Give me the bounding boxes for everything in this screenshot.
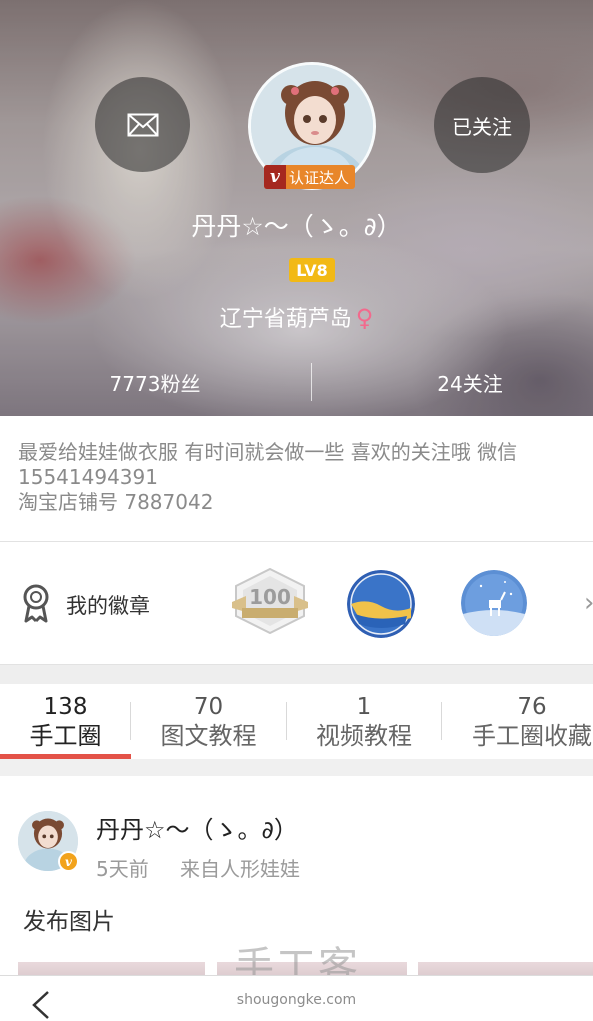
envelope-icon <box>127 113 158 136</box>
cert-badge-label: 认证达人 <box>289 168 350 187</box>
tab-count: 70 <box>193 694 224 720</box>
chevron-right-icon[interactable]: › <box>584 588 593 618</box>
tab-label: 手工圈 <box>29 722 102 750</box>
section-gap <box>0 664 593 684</box>
badge-sea-icon[interactable] <box>347 570 415 638</box>
tab-label: 视频教程 <box>316 722 412 750</box>
profile-header: v 认证达人 已关注 丹丹☆～（ゝ。∂） LV8 辽宁省葫芦岛 ♀ 7773粉丝 … <box>0 0 593 416</box>
message-button[interactable] <box>95 77 190 172</box>
profile-bio: 最爱给娃娃做衣服 有时间就会做一些 喜欢的关注哦 微信 15541494391 … <box>18 440 593 515</box>
following-count[interactable]: 24关注 <box>370 368 570 397</box>
badge-night-deer-icon[interactable] <box>461 570 527 636</box>
badge-100-number: 100 <box>249 585 291 609</box>
female-gender-icon: ♀ <box>355 304 374 332</box>
stats-divider <box>311 363 312 401</box>
tab-label: 图文教程 <box>160 722 257 750</box>
tab-video-tutorials[interactable]: 1 视频教程 <box>286 694 442 752</box>
verified-v-icon: v <box>58 851 79 872</box>
tab-count: 76 <box>517 694 547 720</box>
badge-100-icon[interactable]: 100 <box>232 568 308 634</box>
medal-icon <box>23 584 49 623</box>
fans-count[interactable]: 7773粉丝 <box>60 368 250 397</box>
follow-status-button[interactable]: 已关注 <box>434 77 530 173</box>
tab-photo-tutorials[interactable]: 70 图文教程 <box>131 694 286 752</box>
bio-line: 淘宝店铺号 7887042 <box>18 490 214 514</box>
tab-count: 138 <box>43 694 88 720</box>
location-line: 辽宁省葫芦岛 ♀ <box>0 301 593 333</box>
location-text: 辽宁省葫芦岛 <box>219 307 352 332</box>
v-verified-icon: v <box>264 165 286 189</box>
watermark-url: shougongke.com <box>236 992 357 1008</box>
back-arrow-icon[interactable] <box>30 990 52 1020</box>
post-time: 5天前 <box>96 857 149 881</box>
profile-nickname: 丹丹☆～（ゝ。∂） <box>191 212 402 241</box>
tab-handcraft-circle[interactable]: 138 手工圈 <box>0 694 131 752</box>
bio-line: 最爱给娃娃做衣服 有时间就会做一些 喜欢的关注哦 微信 <box>18 440 518 464</box>
tab-label: 手工圈收藏 <box>472 722 592 750</box>
post-author-name[interactable]: 丹丹☆～（ゝ。∂） <box>96 810 298 845</box>
tab-circle-favorites[interactable]: 76 手工圈收藏 <box>442 694 593 752</box>
bio-line: 15541494391 <box>18 465 158 489</box>
section-gap <box>0 759 593 776</box>
post-source: 来自人形娃娃 <box>180 857 300 881</box>
post-text: 发布图片 <box>23 909 115 935</box>
my-badges-label: 我的徽章 <box>66 594 150 618</box>
level-badge: LV8 <box>289 258 335 282</box>
tab-count: 1 <box>356 694 372 720</box>
certified-expert-badge: v 认证达人 <box>264 165 356 189</box>
